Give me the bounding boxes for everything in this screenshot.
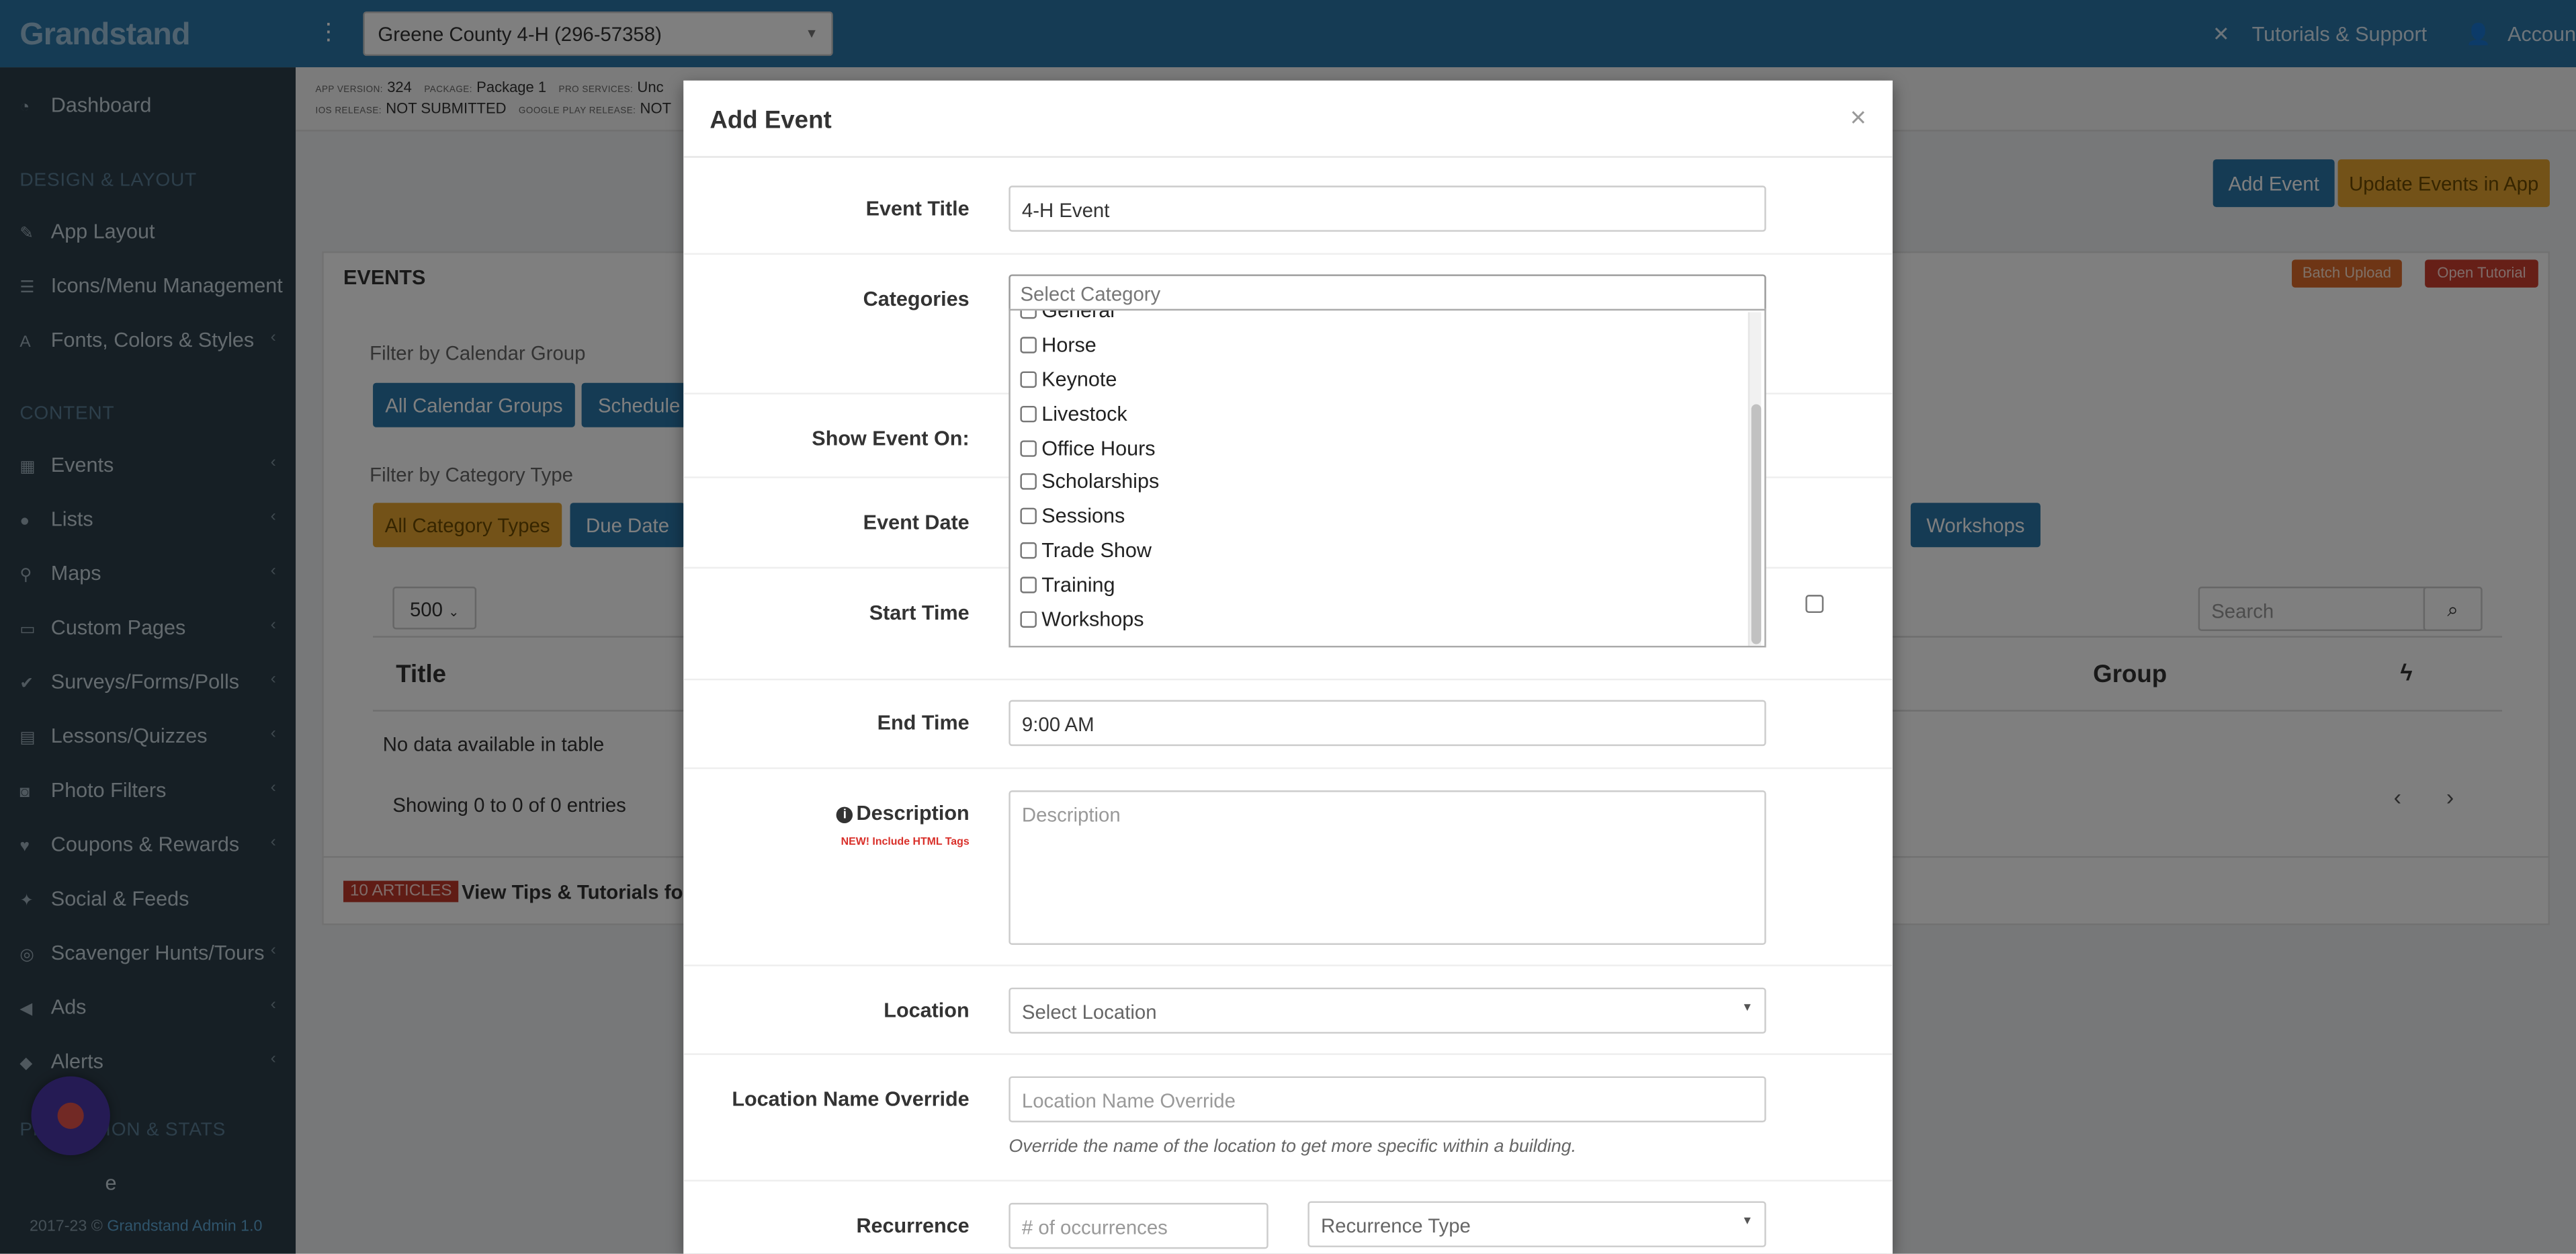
category-option-label: General (1041, 308, 1115, 323)
modal-header: Add Event × (683, 81, 1893, 158)
chevron-down-icon: ▼ (1742, 1216, 1754, 1228)
category-option-label: Training (1041, 573, 1115, 597)
end-time-label: End Time (877, 711, 970, 735)
category-option-keynote[interactable]: Keynote (1020, 368, 1117, 401)
categories-label: Categories (863, 287, 970, 311)
row-description: i Description NEW! Include HTML Tags Desc… (683, 769, 1893, 966)
checkbox[interactable] (1020, 405, 1037, 423)
category-scrollbar[interactable] (1748, 312, 1762, 646)
start-time-label: Start Time (869, 601, 970, 625)
checkbox[interactable] (1020, 473, 1037, 490)
category-option-general[interactable]: General (1020, 308, 1115, 332)
category-option-label: Livestock (1041, 403, 1127, 426)
category-option-workshops[interactable]: Workshops (1020, 608, 1144, 641)
row-end-time: End Time 9:00 AM (683, 680, 1893, 769)
category-option-label: Horse (1041, 333, 1097, 357)
description-label: i Description (836, 802, 970, 825)
recurrence-type-select[interactable]: Recurrence Type ▼ (1307, 1201, 1766, 1247)
location-override-label: Location Name Override (732, 1087, 970, 1111)
checkbox[interactable] (1020, 542, 1037, 559)
category-option-office-hours[interactable]: Office Hours (1020, 437, 1156, 470)
category-options-list[interactable]: General Horse Keynote Livestock Office H… (1008, 308, 1766, 648)
add-event-modal: Add Event × Event Title 4-H Event Catego… (683, 80, 1893, 1254)
category-option-livestock[interactable]: Livestock (1020, 403, 1127, 435)
end-time-input[interactable]: 9:00 AM (1008, 700, 1766, 747)
category-option-label: Keynote (1041, 368, 1117, 391)
description-textarea[interactable]: Description (1008, 790, 1766, 945)
location-select[interactable]: Select Location ▼ (1008, 987, 1766, 1034)
checkbox[interactable] (1020, 440, 1037, 457)
scrollbar-thumb[interactable] (1751, 404, 1762, 644)
location-override-help: Override the name of the location to get… (1008, 1137, 1577, 1157)
checkbox[interactable] (1020, 611, 1037, 628)
checkbox[interactable] (1020, 310, 1037, 319)
event-title-input[interactable]: 4-H Event (1008, 185, 1766, 232)
location-label: Location (884, 999, 970, 1022)
checkbox[interactable] (1020, 371, 1037, 388)
category-option-sessions[interactable]: Sessions (1020, 505, 1125, 538)
location-override-input[interactable]: Location Name Override (1008, 1076, 1766, 1123)
event-title-label: Event Title (865, 197, 970, 220)
show-event-on-label: Show Event On: (812, 427, 970, 450)
category-option-training[interactable]: Training (1020, 573, 1115, 606)
category-option-scholarships[interactable]: Scholarships (1020, 470, 1159, 503)
category-option-label: Workshops (1041, 608, 1144, 631)
recurrence-label: Recurrence (856, 1214, 970, 1238)
info-icon: i (836, 806, 853, 824)
stage: Grandstand ⋮ Greene County 4-H (296-5735… (0, 0, 2576, 1254)
row-location-override: Location Name Override Location Name Ove… (683, 1055, 1893, 1182)
row-event-title: Event Title 4-H Event (683, 158, 1893, 255)
modal-title: Add Event (710, 106, 832, 135)
location-select-value: Select Location (1021, 1001, 1157, 1024)
checkbox[interactable] (1020, 507, 1037, 525)
category-select[interactable]: Select Category (1008, 274, 1766, 311)
category-option-label: Scholarships (1041, 470, 1160, 493)
category-option-label: Sessions (1041, 504, 1125, 528)
chevron-down-icon: ▼ (1742, 1002, 1754, 1014)
row-location: Location Select Location ▼ (683, 966, 1893, 1055)
event-date-label: Event Date (863, 511, 970, 534)
close-icon[interactable]: × (1850, 102, 1866, 135)
category-option-trade-show[interactable]: Trade Show (1020, 539, 1152, 572)
checkbox[interactable] (1020, 577, 1037, 593)
recurrence-type-value: Recurrence Type (1320, 1214, 1471, 1238)
checkbox[interactable] (1020, 337, 1037, 353)
category-option-label: Office Hours (1041, 437, 1156, 460)
occurrences-input[interactable]: # of occurrences (1008, 1202, 1269, 1249)
row-recurrence: Recurrence # of occurrences Recurrence T… (683, 1181, 1893, 1254)
all-day-checkbox[interactable] (1805, 595, 1824, 614)
category-option-label: Trade Show (1041, 539, 1152, 562)
description-label-text: Description (856, 802, 970, 825)
category-option-horse[interactable]: Horse (1020, 333, 1097, 366)
html-tags-notice: NEW! Include HTML Tags (841, 836, 970, 848)
